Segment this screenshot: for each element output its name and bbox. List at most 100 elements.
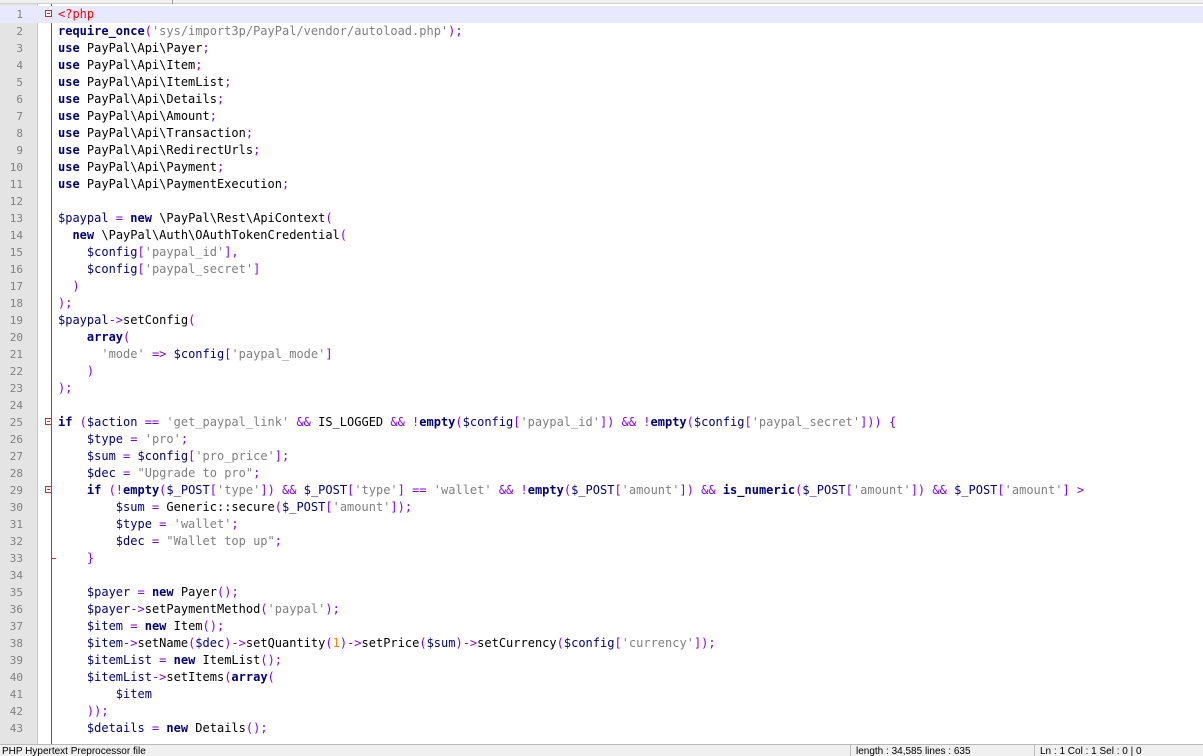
line-code: require_once('sys/import3p/PayPal/vendor… xyxy=(58,23,463,40)
code-token: ( xyxy=(339,228,348,242)
code-token: PayPal\Api\PaymentExecution xyxy=(79,177,282,191)
code-line[interactable]: 40 $itemList->setItems(array( xyxy=(0,669,1203,686)
fold-end-marker xyxy=(51,558,56,559)
code-token: empty xyxy=(527,483,564,497)
code-line[interactable]: 32 $dec = "Wallet top up"; xyxy=(0,533,1203,550)
fold-toggle-icon[interactable] xyxy=(45,486,52,493)
code-line[interactable]: 26 $type = 'pro'; xyxy=(0,431,1203,448)
line-number: 27 xyxy=(9,450,23,463)
code-token: ) xyxy=(72,279,80,293)
code-line[interactable]: 22 ) xyxy=(0,363,1203,380)
code-token: use xyxy=(58,75,80,89)
status-cursor-position: Ln : 1 Col : 1 Sel : 0 | 0 xyxy=(1040,746,1142,756)
code-line[interactable]: 43 $details = new Details(); xyxy=(0,720,1203,737)
fold-toggle-icon[interactable] xyxy=(45,10,52,17)
code-token: = xyxy=(144,721,167,735)
line-number: 33 xyxy=(9,552,23,565)
code-token: Payer xyxy=(173,585,217,599)
line-number: 36 xyxy=(9,603,23,616)
code-line[interactable]: 7 use PayPal\Api\Amount; xyxy=(0,108,1203,125)
code-line[interactable]: 29 if (!empty($_POST['type']) && $_POST[… xyxy=(0,482,1203,499)
line-code: $type = 'pro'; xyxy=(58,431,188,448)
code-line[interactable]: 6 use PayPal\Api\Details; xyxy=(0,91,1203,108)
code-token: Details xyxy=(188,721,246,735)
line-code: $config['paypal_id'], xyxy=(58,244,239,261)
code-line[interactable]: 9 use PayPal\Api\RedirectUrls; xyxy=(0,142,1203,159)
code-line[interactable]: 38 $item->setName($dec)->setQuantity(1)-… xyxy=(0,635,1203,652)
code-line[interactable]: 30 $sum = Generic::secure($_POST['amount… xyxy=(0,499,1203,516)
code-line[interactable]: 25 if ($action == 'get_paypal_link' && IS… xyxy=(0,414,1203,431)
code-token: ( xyxy=(72,415,87,429)
code-line[interactable]: 1 <?php xyxy=(0,6,1203,23)
line-code: $itemList->setItems(array( xyxy=(58,669,275,686)
code-line[interactable]: 23); xyxy=(0,380,1203,397)
code-token: $paypal xyxy=(58,313,109,327)
code-editor[interactable]: 1 <?php 2 require_once('sys/import3p/PayPal… xyxy=(0,4,1203,744)
line-number: 15 xyxy=(9,246,23,259)
code-token: ) xyxy=(86,364,95,378)
line-number: 30 xyxy=(9,501,23,514)
code-line[interactable]: 3 use PayPal\Api\Payer; xyxy=(0,40,1203,57)
code-token: $_POST xyxy=(282,500,326,514)
code-token: 'get_paypal_link' xyxy=(166,415,290,429)
code-token: [ xyxy=(997,483,1005,497)
code-token: $dec xyxy=(195,636,225,650)
code-line[interactable]: 34 xyxy=(0,567,1203,584)
code-token: setCurrency xyxy=(477,636,557,650)
code-line[interactable]: 19 $paypal->setConfig( xyxy=(0,312,1203,329)
code-line[interactable]: 24 xyxy=(0,397,1203,414)
code-line[interactable]: 36 $payer->setPaymentMethod('paypal'); xyxy=(0,601,1203,618)
code-token: ; xyxy=(180,432,189,446)
code-line[interactable]: 15 $config['paypal_id'], xyxy=(0,244,1203,261)
code-line[interactable]: 21 'mode' => $config['paypal_mode'] xyxy=(0,346,1203,363)
code-line[interactable]: 20 array( xyxy=(0,329,1203,346)
code-line[interactable]: 5 use PayPal\Api\ItemList; xyxy=(0,74,1203,91)
line-code: $payer->setPaymentMethod('paypal'); xyxy=(58,601,340,618)
code-line[interactable]: 17 ) xyxy=(0,278,1203,295)
code-token: ( xyxy=(325,211,333,225)
code-token: ( xyxy=(455,415,463,429)
code-line[interactable]: 4 use PayPal\Api\Item; xyxy=(0,57,1203,74)
code-line[interactable]: 12 xyxy=(0,193,1203,210)
code-token: ; xyxy=(231,517,239,531)
code-line[interactable]: 8 use PayPal\Api\Transaction; xyxy=(0,125,1203,142)
code-token: <?php xyxy=(58,7,95,21)
line-code: array( xyxy=(58,329,130,346)
code-line[interactable]: 39 $itemList = new ItemList(); xyxy=(0,652,1203,669)
code-token: ( xyxy=(274,500,282,514)
code-token: ( xyxy=(556,636,564,650)
code-line[interactable]: 16 $config['paypal_secret'] xyxy=(0,261,1203,278)
code-line[interactable]: 37 $item = new Item(); xyxy=(0,618,1203,635)
code-token: 'paypal_id' xyxy=(144,245,225,259)
code-line[interactable]: 14 new \PayPal\Auth\OAuthTokenCredential… xyxy=(0,227,1203,244)
code-token: PayPal\Api\Payment xyxy=(79,160,217,174)
code-token: array xyxy=(86,330,124,344)
code-line[interactable]: 13 $paypal = new \PayPal\Rest\ApiContext( xyxy=(0,210,1203,227)
fold-toggle-icon[interactable] xyxy=(45,418,52,425)
line-code: if ($action == 'get_paypal_link' && IS_L… xyxy=(58,414,896,431)
code-line[interactable]: 27 $sum = $config['pro_price']; xyxy=(0,448,1203,465)
line-number: 16 xyxy=(9,263,23,276)
code-line[interactable]: 42 )); xyxy=(0,703,1203,720)
status-file-type: PHP Hypertext Preprocessor file xyxy=(2,746,146,756)
code-token: if xyxy=(58,415,73,429)
code-line[interactable]: 11 use PayPal\Api\PaymentExecution; xyxy=(0,176,1203,193)
code-line[interactable]: 31 $type = 'wallet'; xyxy=(0,516,1203,533)
code-line[interactable]: 33 } xyxy=(0,550,1203,567)
code-token: $dec xyxy=(115,534,145,548)
code-token: 'paypal_id' xyxy=(520,415,600,429)
code-token: if xyxy=(86,483,102,497)
code-line[interactable]: 28 $dec = "Upgrade to pro"; xyxy=(0,465,1203,482)
line-number: 21 xyxy=(9,348,23,361)
code-line[interactable]: 35 $payer = new Payer(); xyxy=(0,584,1203,601)
code-line[interactable]: 41 $item xyxy=(0,686,1203,703)
code-token: ] == xyxy=(397,483,434,497)
code-line[interactable]: 2 require_once('sys/import3p/PayPal/vendo… xyxy=(0,23,1203,40)
code-token: $_POST xyxy=(802,483,846,497)
code-token: $config xyxy=(137,449,189,463)
code-line[interactable]: 18); xyxy=(0,295,1203,312)
code-line[interactable]: 10 use PayPal\Api\Payment; xyxy=(0,159,1203,176)
